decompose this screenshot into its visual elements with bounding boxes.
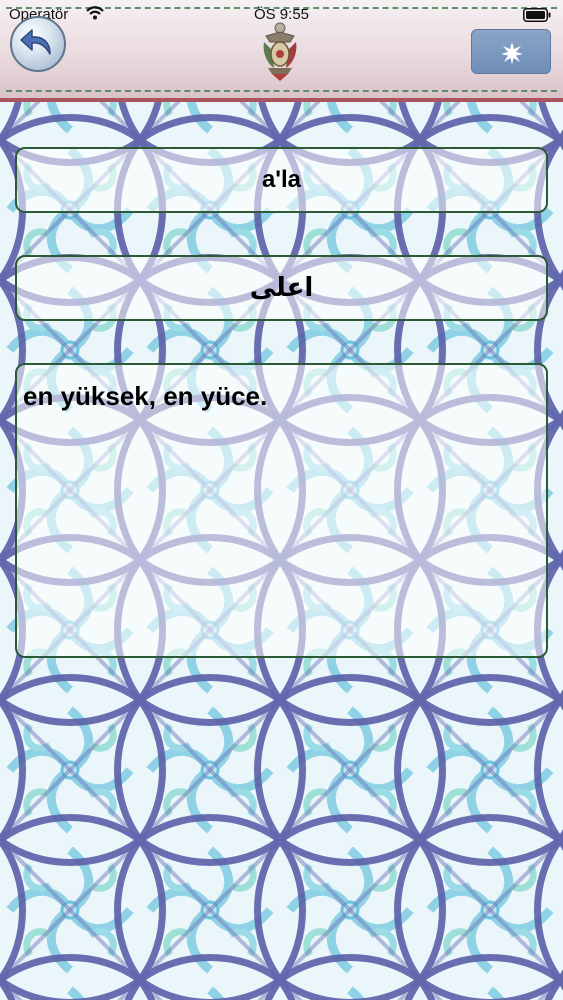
back-button[interactable] <box>10 16 66 72</box>
word-text: a'la <box>261 166 302 193</box>
arabic-word-text: اعلى <box>249 273 314 303</box>
arabic-word-card: اعلى <box>15 255 548 321</box>
star-burst-icon <box>501 42 523 65</box>
meaning-card: en yüksek, en yüce. <box>15 363 548 658</box>
word-card: a'la <box>15 147 548 213</box>
battery-icon <box>523 8 551 22</box>
ottoman-coat-of-arms-icon <box>263 22 297 81</box>
header-stitch-bottom <box>6 90 557 92</box>
settings-button[interactable] <box>471 29 551 74</box>
meaning-text: en yüksek, en yüce. <box>23 381 268 411</box>
back-arrow-icon <box>20 29 51 55</box>
